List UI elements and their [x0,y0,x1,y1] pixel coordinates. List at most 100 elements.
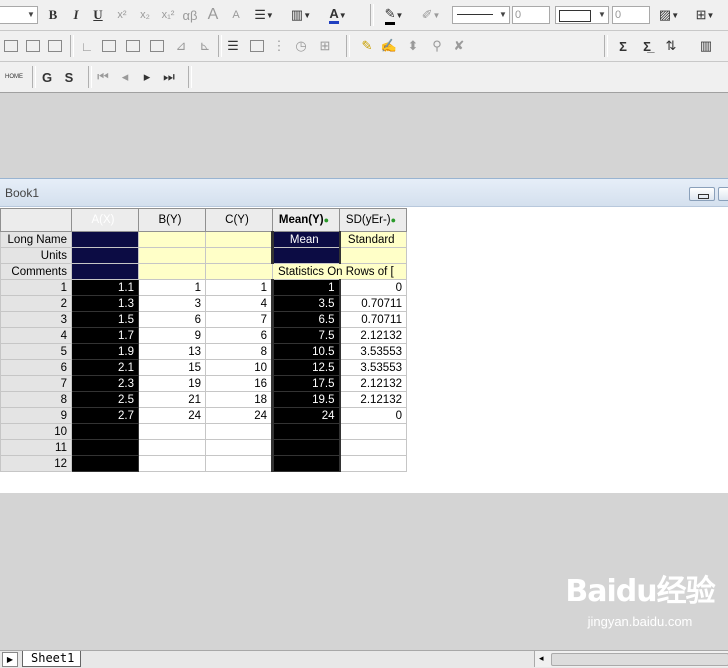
pencil-icon[interactable]: ✎ [358,36,376,56]
column-header-mean[interactable]: Mean(Y)● [272,208,340,232]
data-cell[interactable]: 2.5 [71,391,139,408]
data-cell[interactable] [138,423,206,440]
frame-icon-2[interactable] [124,36,142,56]
panel-icon[interactable] [248,36,266,56]
border-width-combo[interactable]: 0 [612,6,650,24]
data-cell[interactable]: 1.1 [71,279,139,296]
data-cell[interactable]: 0 [339,407,407,424]
font-size-combo[interactable]: ▼ [0,6,38,24]
row-number[interactable]: 4 [0,327,72,344]
axis-chart-icon[interactable]: ⊿ [172,36,190,56]
data-cell[interactable]: 1 [271,279,341,296]
meta-label[interactable]: Long Name [0,231,72,248]
data-cell[interactable] [205,455,273,472]
italic-button[interactable]: I [68,5,84,25]
data-cell[interactable]: 17.5 [271,375,341,392]
line-color-icon[interactable]: ✐ ▼ [415,5,447,25]
data-cell[interactable]: 3.5 [271,295,341,312]
layer-grid-icon[interactable] [24,36,42,56]
data-cell[interactable]: 24 [138,407,206,424]
data-cell[interactable]: 1.5 [71,311,139,328]
row-number[interactable]: 1 [0,279,72,296]
layer-split-icon[interactable] [46,36,64,56]
corner-cell[interactable] [0,208,72,232]
data-cell[interactable]: 19.5 [271,391,341,408]
column-stats-icon[interactable]: ▥ [690,36,722,56]
underline-button[interactable]: U [90,5,106,25]
tab-scroll-icon[interactable]: ▶ [2,652,18,667]
decrease-font-button[interactable]: A [228,5,244,25]
axis-l-icon[interactable]: ∟ [78,36,96,56]
s-button[interactable]: S [62,67,76,87]
data-cell[interactable]: 1.3 [71,295,139,312]
data-cell[interactable]: 0.70711 [339,295,407,312]
meta-cell[interactable] [205,231,273,248]
data-cell[interactable]: 13 [138,343,206,360]
scroll-left-icon[interactable]: ◂ [539,653,544,664]
meta-cell[interactable] [205,247,273,264]
data-cell[interactable] [205,439,273,456]
superscript-button[interactable]: x² [113,5,131,25]
scroll-thumb[interactable] [551,653,728,666]
data-cell[interactable]: 1 [205,279,273,296]
data-cell[interactable]: 6 [138,311,206,328]
data-cell[interactable] [339,455,407,472]
supersubscript-button[interactable]: x₁² [158,5,178,25]
data-cell[interactable]: 1.7 [71,327,139,344]
edit-data-icon[interactable]: ✍ [380,36,398,56]
fill-color-icon[interactable]: ✎ ▼ [378,5,410,25]
data-cell[interactable]: 0.70711 [339,311,407,328]
data-cell[interactable]: 2.12132 [339,391,407,408]
data-cell[interactable]: 7.5 [271,327,341,344]
meta-cell[interactable]: Standard [339,231,407,248]
pattern-fill-icon[interactable]: ▨ ▼ [654,5,684,25]
previous-page-icon[interactable]: ◂ [118,67,132,87]
data-cell[interactable]: 9 [138,327,206,344]
sigma-sum-icon[interactable]: Σ [614,36,632,56]
data-cell[interactable]: 15 [138,359,206,376]
data-cell[interactable] [205,423,273,440]
column-header-c[interactable]: C(Y) [205,208,273,232]
tab-sheet1[interactable]: Sheet1 [22,651,82,667]
column-header-b[interactable]: B(Y) [138,208,206,232]
data-cell[interactable]: 10.5 [271,343,341,360]
next-page-icon[interactable]: ▸ [140,67,154,87]
meta-cell[interactable] [71,247,139,264]
meta-cell[interactable] [71,263,139,280]
data-cell[interactable]: 3.53553 [339,359,407,376]
meta-cell[interactable] [339,247,407,264]
line-style-combo[interactable]: ▼ [452,6,510,24]
data-cell[interactable] [71,455,139,472]
reader-icon[interactable]: ⚲ [428,36,446,56]
subscript-button[interactable]: x₂ [136,5,154,25]
meta-cell[interactable] [71,231,139,248]
data-cell[interactable] [138,439,206,456]
table-icon[interactable]: ⊞ [316,36,334,56]
meta-cell[interactable] [205,263,273,280]
workbook-titlebar[interactable]: Book1 [0,179,728,207]
data-cell[interactable]: 4 [205,295,273,312]
data-cell[interactable]: 2.7 [71,407,139,424]
column-header-sd[interactable]: SD(yEr-)● [339,208,407,232]
meta-cell[interactable] [271,247,341,264]
clock-icon[interactable]: ◷ [292,36,310,56]
list-icon[interactable]: ☰ [224,36,242,56]
data-cell[interactable]: 18 [205,391,273,408]
data-cell[interactable]: 19 [138,375,206,392]
sort-icon[interactable]: ⇅ [662,36,680,56]
layer-icon[interactable] [2,36,20,56]
data-cell[interactable]: 8 [205,343,273,360]
row-number[interactable]: 7 [0,375,72,392]
data-cell[interactable]: 1.9 [71,343,139,360]
row-number[interactable]: 3 [0,311,72,328]
row-number[interactable]: 11 [0,439,72,456]
data-cell[interactable] [71,423,139,440]
meta-cell[interactable] [138,247,206,264]
border-style-combo[interactable]: ▼ [555,6,609,24]
data-cell[interactable]: 7 [205,311,273,328]
mask-icon[interactable]: ✘ [450,36,468,56]
meta-cell[interactable] [138,231,206,248]
bold-button[interactable]: B [45,5,61,25]
data-cell[interactable]: 0 [339,279,407,296]
data-cell[interactable]: 10 [205,359,273,376]
